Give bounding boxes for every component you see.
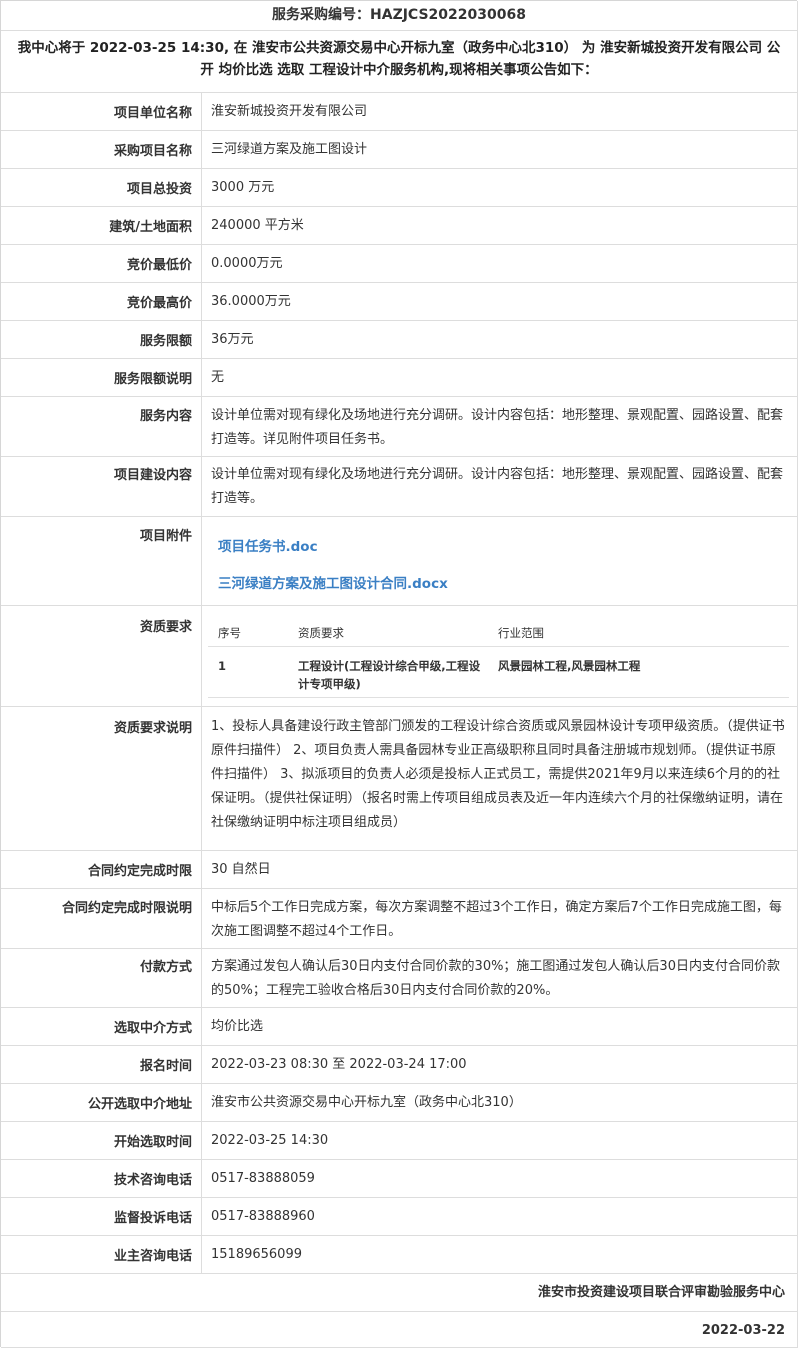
row-label: 服务限额 xyxy=(1,321,202,358)
row-selection-address: 公开选取中介地址 淮安市公共资源交易中心开标九室（政务中心北310） xyxy=(1,1084,798,1122)
code-value: HAZJCS2022030068 xyxy=(370,7,526,23)
row-contract-duration: 合同约定完成时限 30 自然日 xyxy=(1,851,798,889)
row-label: 合同约定完成时限说明 xyxy=(1,889,202,948)
qual-cell-scope: 风景园林工程,风景园林工程 xyxy=(488,646,789,698)
footer-org: 淮安市投资建设项目联合评审勘验服务中心 xyxy=(1,1274,798,1312)
row-value: 36万元 xyxy=(211,331,254,347)
attachment-link-contract[interactable]: 三河绿道方案及施工图设计合同.docx xyxy=(218,566,785,603)
row-value: 淮安市公共资源交易中心开标九室（政务中心北310） xyxy=(211,1094,522,1110)
row-value: 1、投标人具备建设行政主管部门颁发的工程设计综合资质或风景园林设计专项甲级资质。… xyxy=(211,719,785,830)
row-owner-phone: 业主咨询电话 15189656099 xyxy=(1,1236,798,1274)
row-unit: 项目单位名称 淮安新城投资开发有限公司 xyxy=(1,93,798,131)
row-min-price: 竞价最低价 0.0000万元 xyxy=(1,245,798,283)
row-label: 项目总投资 xyxy=(1,169,202,206)
row-project-name: 采购项目名称 三河绿道方案及施工图设计 xyxy=(1,131,798,169)
qualification-header-row: 序号 资质要求 行业范围 xyxy=(208,620,789,647)
row-label: 技术咨询电话 xyxy=(1,1160,202,1197)
attachment-link-task[interactable]: 项目任务书.doc xyxy=(218,529,785,566)
qual-cell-req: 工程设计(工程设计综合甲级,工程设计专项甲级) xyxy=(288,646,488,698)
attachment-list: 项目任务书.doc 三河绿道方案及施工图设计合同.docx xyxy=(202,517,797,605)
row-selection-method: 选取中介方式 均价比选 xyxy=(1,1008,798,1046)
row-label: 建筑/土地面积 xyxy=(1,207,202,244)
row-value: 3000 万元 xyxy=(211,179,275,195)
row-value: 30 自然日 xyxy=(211,861,271,877)
row-label: 报名时间 xyxy=(1,1046,202,1083)
qual-header-req: 资质要求 xyxy=(288,620,488,647)
row-value: 无 xyxy=(211,369,225,385)
row-label: 项目附件 xyxy=(1,517,202,605)
qual-header-scope: 行业范围 xyxy=(488,620,789,647)
row-label: 合同约定完成时限 xyxy=(1,851,202,888)
row-limit: 服务限额 36万元 xyxy=(1,321,798,359)
row-label: 服务内容 xyxy=(1,397,202,456)
row-start-time: 开始选取时间 2022-03-25 14:30 xyxy=(1,1122,798,1160)
row-investment: 项目总投资 3000 万元 xyxy=(1,169,798,207)
row-label: 项目单位名称 xyxy=(1,93,202,130)
row-label: 服务限额说明 xyxy=(1,359,202,396)
row-label: 监督投诉电话 xyxy=(1,1198,202,1235)
row-label: 项目建设内容 xyxy=(1,457,202,516)
row-value: 15189656099 xyxy=(211,1246,302,1262)
row-label: 资质要求 xyxy=(1,606,202,706)
row-value: 设计单位需对现有绿化及场地进行充分调研。设计内容包括：地形整理、景观配置、园路设… xyxy=(211,467,784,506)
row-label: 开始选取时间 xyxy=(1,1122,202,1159)
row-value: 设计单位需对现有绿化及场地进行充分调研。设计内容包括：地形整理、景观配置、园路设… xyxy=(211,408,784,447)
footer-date: 2022-03-22 xyxy=(1,1312,798,1348)
row-label: 公开选取中介地址 xyxy=(1,1084,202,1121)
row-service-content: 服务内容 设计单位需对现有绿化及场地进行充分调研。设计内容包括：地形整理、景观配… xyxy=(1,397,798,457)
row-attachments: 项目附件 项目任务书.doc 三河绿道方案及施工图设计合同.docx xyxy=(1,517,798,606)
row-label: 竞价最高价 xyxy=(1,283,202,320)
intro-text: 我中心将于 2022-03-25 14:30, 在 淮安市公共资源交易中心开标九… xyxy=(1,31,798,93)
code-row: 服务采购编号：HAZJCS2022030068 xyxy=(1,1,798,31)
row-construction-content: 项目建设内容 设计单位需对现有绿化及场地进行充分调研。设计内容包括：地形整理、景… xyxy=(1,457,798,517)
row-registration-time: 报名时间 2022-03-23 08:30 至 2022-03-24 17:00 xyxy=(1,1046,798,1084)
code-label: 服务采购编号： xyxy=(272,7,371,23)
row-limit-desc: 服务限额说明 无 xyxy=(1,359,798,397)
row-value: 淮安新城投资开发有限公司 xyxy=(211,103,368,119)
row-value: 均价比选 xyxy=(211,1018,264,1034)
row-value: 三河绿道方案及施工图设计 xyxy=(211,141,368,157)
row-label: 业主咨询电话 xyxy=(1,1236,202,1273)
row-contract-duration-desc: 合同约定完成时限说明 中标后5个工作日完成方案，每次方案调整不超过3个工作日，确… xyxy=(1,889,798,949)
row-label: 竞价最低价 xyxy=(1,245,202,282)
announcement-sheet: 服务采购编号：HAZJCS2022030068 我中心将于 2022-03-25… xyxy=(0,0,798,1348)
row-value: 2022-03-25 14:30 xyxy=(211,1132,329,1148)
row-qualification: 资质要求 序号 资质要求 行业范围 1 工程设计(工程设计综合甲级,工程设计专项… xyxy=(1,606,798,707)
row-label: 资质要求说明 xyxy=(1,707,202,850)
qualification-table: 序号 资质要求 行业范围 1 工程设计(工程设计综合甲级,工程设计专项甲级) 风… xyxy=(208,620,789,698)
row-label: 付款方式 xyxy=(1,949,202,1007)
table-row: 1 工程设计(工程设计综合甲级,工程设计专项甲级) 风景园林工程,风景园林工程 xyxy=(208,646,789,698)
row-value: 中标后5个工作日完成方案，每次方案调整不超过3个工作日，确定方案后7个工作日完成… xyxy=(211,900,782,939)
row-value: 0517-83888059 xyxy=(211,1170,315,1186)
row-value: 0517-83888960 xyxy=(211,1208,315,1224)
row-value: 240000 平方米 xyxy=(211,217,304,233)
row-value: 0.0000万元 xyxy=(211,255,283,271)
row-value: 36.0000万元 xyxy=(211,293,291,309)
qual-header-no: 序号 xyxy=(208,620,288,647)
row-value: 2022-03-23 08:30 至 2022-03-24 17:00 xyxy=(211,1056,467,1072)
row-tech-phone: 技术咨询电话 0517-83888059 xyxy=(1,1160,798,1198)
row-label: 选取中介方式 xyxy=(1,1008,202,1045)
row-value: 方案通过发包人确认后30日内支付合同价款的30%；施工图通过发包人确认后30日内… xyxy=(211,959,780,998)
qual-cell-no: 1 xyxy=(208,646,288,698)
row-complaint-phone: 监督投诉电话 0517-83888960 xyxy=(1,1198,798,1236)
row-max-price: 竞价最高价 36.0000万元 xyxy=(1,283,798,321)
row-area: 建筑/土地面积 240000 平方米 xyxy=(1,207,798,245)
row-label: 采购项目名称 xyxy=(1,131,202,168)
row-payment: 付款方式 方案通过发包人确认后30日内支付合同价款的30%；施工图通过发包人确认… xyxy=(1,949,798,1008)
row-qualification-desc: 资质要求说明 1、投标人具备建设行政主管部门颁发的工程设计综合资质或风景园林设计… xyxy=(1,707,798,851)
